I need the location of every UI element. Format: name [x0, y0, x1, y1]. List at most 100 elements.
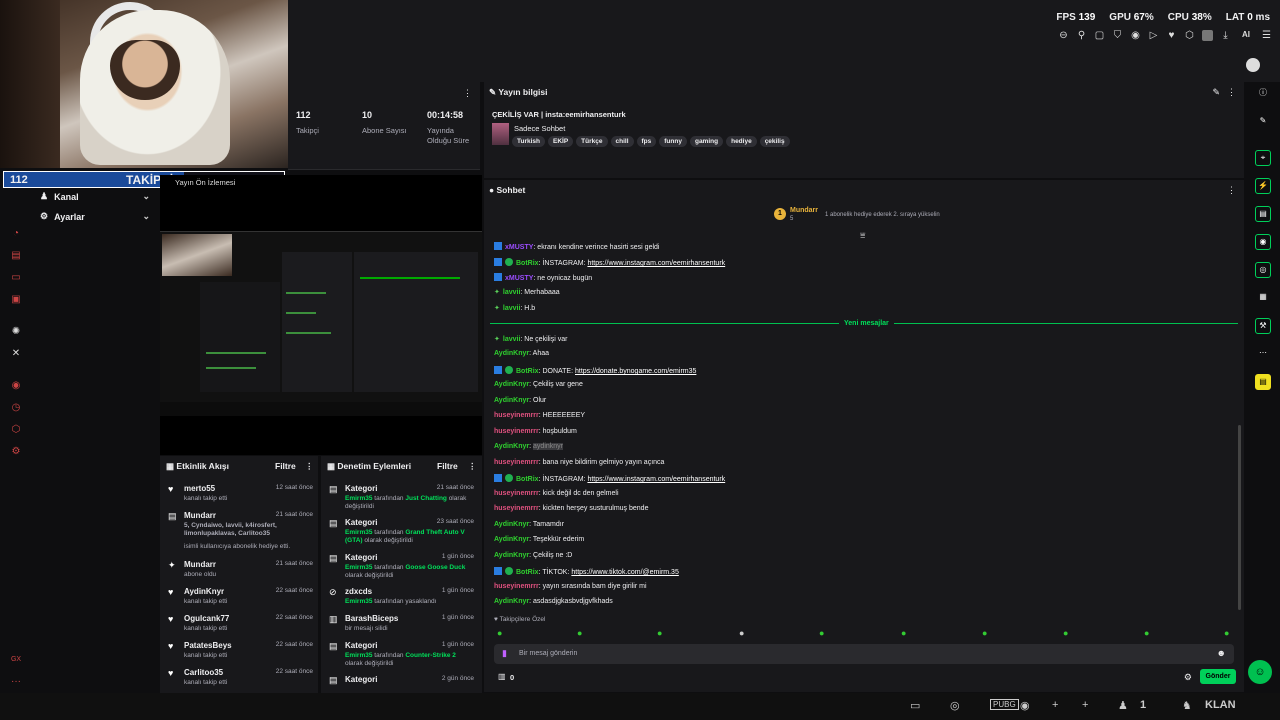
chat-username[interactable]: huseyinemrrr [494, 428, 539, 435]
emote-icon[interactable]: ● [739, 628, 744, 638]
more-icon[interactable]: ··· [10, 676, 22, 688]
bolt-icon[interactable]: ⚡ [1255, 178, 1271, 194]
more-options-icon[interactable]: ⋮ [1227, 185, 1236, 196]
emote-icon[interactable]: ● [577, 628, 582, 638]
more-options-icon[interactable]: ⋮ [1227, 87, 1236, 98]
emote-icon[interactable]: ● [1144, 628, 1149, 638]
chat-username[interactable]: BotRix [516, 476, 539, 483]
document-icon[interactable]: ▤ [1255, 206, 1271, 222]
play-circle-icon[interactable]: ◉ [1130, 30, 1141, 41]
emoji-icon[interactable]: ☻ [1217, 648, 1226, 658]
record-icon[interactable]: ◉ [10, 380, 22, 392]
download-icon[interactable]: ⤓ [1220, 30, 1231, 41]
chat-username[interactable]: AydinKnyr [494, 397, 529, 404]
tag[interactable]: Turkish [512, 136, 545, 147]
edit-icon[interactable]: ✎ [1212, 87, 1220, 98]
chat-username[interactable]: lavvii [503, 289, 521, 296]
share-icon[interactable]: ⋯ [1255, 346, 1271, 362]
chat-bubble-icon[interactable]: ◉ [1255, 234, 1271, 250]
pin-icon[interactable]: ⚲ [1076, 30, 1087, 41]
broadcast-icon[interactable]: ◎ [1255, 262, 1271, 278]
pinned-user[interactable]: Mundarr [790, 207, 818, 214]
dashboard-icon[interactable]: ◔ [10, 228, 22, 240]
gx-icon[interactable]: GX [10, 656, 22, 668]
stream-preview[interactable] [160, 231, 482, 416]
clan-label[interactable]: KLAN [1205, 699, 1236, 711]
microphone-icon[interactable]: ▮ [502, 648, 507, 659]
shield-icon[interactable]: ⛉ [1112, 30, 1123, 41]
friends-icon[interactable]: ♟ [1118, 699, 1128, 712]
tag[interactable]: fps [636, 136, 657, 147]
nav-ayarlar[interactable]: ⚙ Ayarlar ⌄ [40, 211, 150, 222]
tag[interactable]: hediye [726, 136, 757, 147]
chat-username[interactable]: xMUSTY [505, 275, 533, 282]
pencil-icon[interactable]: ✎ [1255, 114, 1271, 130]
chat-username[interactable]: AydinKnyr [494, 598, 529, 605]
emote-icon[interactable]: ● [497, 628, 502, 638]
wrench-icon[interactable]: ⚒ [1255, 318, 1271, 334]
layout-icon[interactable]: ▦ [1255, 290, 1271, 306]
chat-username[interactable]: lavvii [503, 305, 521, 312]
chat-icon[interactable]: ▭ [910, 699, 920, 712]
target-icon[interactable]: ◉ [1020, 699, 1030, 712]
chat-link[interactable]: https://donate.bynogame.com/emirm35 [575, 368, 696, 375]
gift-icon[interactable]: ▤ [10, 250, 22, 262]
chat-icon[interactable]: ▭ [10, 272, 22, 284]
chat-link[interactable]: https://www.tiktok.com/@emirm.35 [571, 569, 678, 576]
tag[interactable]: chill [610, 136, 634, 147]
pubg-icon[interactable]: PUBG [990, 699, 1019, 710]
chat-username[interactable]: huseyinemrrr [494, 459, 539, 466]
more-options-icon[interactable]: ⋮ [468, 461, 477, 472]
emote-icon[interactable]: ● [819, 628, 824, 638]
puzzle-icon[interactable]: ⬡ [1184, 30, 1195, 41]
tag[interactable]: Türkçe [576, 136, 608, 147]
info-icon[interactable]: ⓘ [1255, 86, 1271, 102]
x-icon[interactable]: ✕ [10, 348, 22, 360]
tag[interactable]: gaming [689, 136, 724, 147]
frame-icon[interactable]: ▢ [1094, 30, 1105, 41]
filter-icon[interactable]: ⩸ [860, 230, 865, 241]
chat-username[interactable]: BotRix [516, 260, 539, 267]
emote-icon[interactable]: ● [1224, 628, 1229, 638]
notes-icon[interactable]: ▤ [1255, 374, 1271, 390]
chat-username[interactable]: BotRix [516, 368, 539, 375]
emote-icon[interactable]: ● [657, 628, 662, 638]
settings-icon[interactable]: ⚙ [10, 446, 22, 458]
nav-kanal[interactable]: ♟ Kanal ⌄ [40, 191, 150, 202]
gear-icon[interactable]: ⚙ [1184, 672, 1192, 683]
tag[interactable]: EKİP [548, 136, 574, 147]
add-icon[interactable]: + [1082, 699, 1088, 711]
crosshair-icon[interactable]: ⌖ [1255, 150, 1271, 166]
ai-icon[interactable]: AI [1238, 30, 1254, 41]
chat-link[interactable]: https://www.instagram.com/eemirhansentur… [587, 476, 725, 483]
emote-icon[interactable]: ● [1063, 628, 1068, 638]
chat-bubble-icon[interactable]: ☺ [1248, 660, 1272, 684]
chat-username[interactable]: AydinKnyr [494, 381, 529, 388]
menu-icon[interactable]: ☰ [1261, 30, 1272, 41]
tag[interactable]: funny [659, 136, 687, 147]
chat-username[interactable]: AydinKnyr [494, 536, 529, 543]
chat-scrollbar[interactable] [1238, 425, 1241, 610]
chat-username[interactable]: AydinKnyr [494, 552, 529, 559]
puzzle-icon[interactable]: ⬡ [10, 424, 22, 436]
chat-username[interactable]: lavvii [503, 336, 521, 343]
game-icon[interactable]: ◎ [950, 699, 960, 712]
avatar[interactable] [1202, 30, 1213, 41]
chat-username[interactable]: huseyinemrrr [494, 583, 539, 590]
chat-username[interactable]: AydinKnyr [494, 521, 529, 528]
points-icon[interactable]: ▥ [498, 672, 506, 681]
chat-username[interactable]: AydinKnyr [494, 443, 529, 450]
heart-icon[interactable]: ♥ [1166, 30, 1177, 41]
emote-icon[interactable]: ● [901, 628, 906, 638]
kick-icon[interactable]: ▣ [10, 294, 22, 306]
zoom-out-icon[interactable]: ⊖ [1058, 30, 1069, 41]
more-options-icon[interactable]: ⋮ [463, 88, 472, 99]
openai-icon[interactable]: ✺ [10, 326, 22, 338]
tag[interactable]: çekiliş [759, 136, 790, 147]
send-button[interactable]: Gönder [1200, 669, 1236, 684]
play-icon[interactable]: ▷ [1148, 30, 1159, 41]
profile-avatar[interactable] [1246, 58, 1260, 72]
moderation-filter-button[interactable]: Filtre [437, 461, 458, 471]
chat-username[interactable]: huseyinemrrr [494, 490, 539, 497]
chat-username[interactable]: huseyinemrrr [494, 505, 539, 512]
